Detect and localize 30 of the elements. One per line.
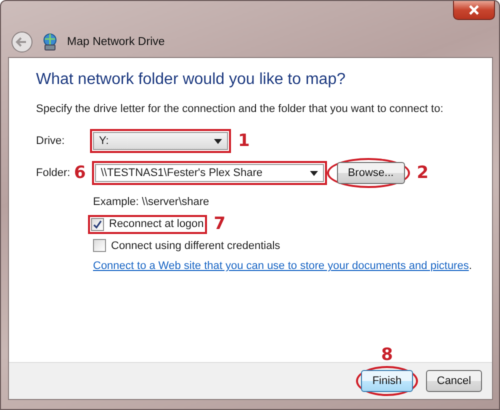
caret-icon [214, 138, 222, 144]
dialog-button[interactable]: Finish [361, 370, 413, 392]
window-title: Map Network Drive [67, 36, 165, 48]
close-button[interactable] [453, 1, 495, 20]
page-heading: What network folder would you like to map? [36, 71, 346, 89]
instruction-text: Specify the drive letter for the connection and the folder that you want to connect to: [36, 103, 444, 115]
drive-dropdown[interactable]: Y: [93, 132, 228, 150]
folder-input[interactable]: \\TESTNAS1\Fester's Plex Share [94, 164, 324, 182]
checkbox[interactable] [91, 218, 104, 230]
checkbox-option[interactable]: Connect using different credentials [93, 239, 280, 252]
checkbox[interactable] [93, 239, 106, 252]
caret-icon [310, 170, 318, 176]
annotation-number: 1 [238, 131, 250, 151]
dialog-button[interactable]: Cancel [426, 370, 482, 392]
annotation-number: 7 [214, 214, 226, 234]
network-drive-icon [41, 33, 59, 51]
checkmark-icon [93, 220, 102, 228]
browse-button[interactable]: Browse... [336, 162, 405, 184]
web-site-link[interactable]: Connect to a Web site that you can use to store your documents and pictures [93, 260, 469, 272]
example-text: Example: \\server\share [93, 196, 210, 208]
annotation-number: 6 [74, 163, 86, 183]
field-label: Drive: [36, 135, 66, 147]
checkbox-option[interactable]: Reconnect at logon [91, 218, 204, 230]
annotation-number: 8 [380, 345, 394, 365]
annotation-number: 2 [416, 163, 429, 183]
checkbox-label[interactable]: Reconnect at logon [109, 218, 204, 230]
checkbox-label[interactable]: Connect using different credentials [111, 240, 280, 252]
link-period: . [468, 260, 472, 272]
close-icon [468, 5, 480, 15]
field-label: Folder: [36, 167, 72, 179]
